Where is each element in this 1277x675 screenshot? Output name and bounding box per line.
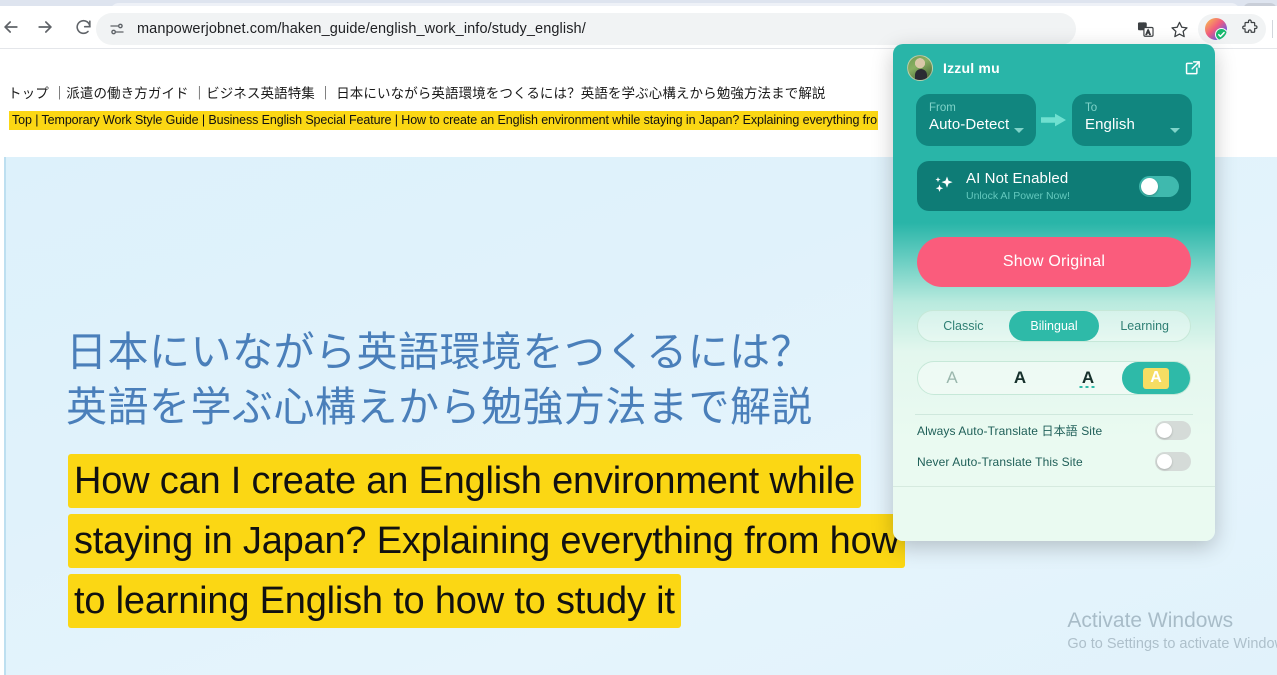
user-name-label: Izzul mu xyxy=(943,60,1000,76)
reload-icon[interactable] xyxy=(68,12,98,42)
mode-tab-classic[interactable]: Classic xyxy=(918,311,1009,341)
always-auto-translate-toggle[interactable] xyxy=(1155,421,1191,440)
always-auto-translate-row[interactable]: Always Auto-Translate 日本語 Site xyxy=(917,415,1191,446)
always-auto-translate-label: Always Auto-Translate 日本語 Site xyxy=(917,424,1103,438)
browser-toolbar: manpowerjobnet.com/haken_guide/english_w… xyxy=(0,6,1277,48)
never-auto-translate-label: Never Auto-Translate This Site xyxy=(917,454,1083,469)
toolbar-divider xyxy=(1272,20,1273,38)
mode-tab-learning[interactable]: Learning xyxy=(1099,311,1190,341)
site-settings-icon[interactable] xyxy=(108,20,126,38)
popup-header: Izzul mu xyxy=(893,44,1215,92)
target-language-dropdown[interactable]: To English xyxy=(1072,94,1192,146)
source-language-label: From xyxy=(929,102,956,114)
target-language-label: To xyxy=(1085,102,1098,114)
never-auto-translate-row[interactable]: Never Auto-Translate This Site xyxy=(917,446,1191,477)
source-language-value: Auto-Detect xyxy=(929,116,1010,134)
sparkle-icon xyxy=(930,172,958,200)
ai-banner-texts: AI Not Enabled Unlock AI Power Now! xyxy=(966,170,1070,201)
translate-icon[interactable]: 文 A xyxy=(1130,14,1160,44)
mode-tab-group: Classic Bilingual Learning xyxy=(917,310,1191,342)
style-faded-option[interactable]: A xyxy=(918,362,986,394)
chevron-down-icon xyxy=(1014,128,1024,133)
show-original-button[interactable]: Show Original xyxy=(917,237,1191,287)
url-text[interactable]: manpowerjobnet.com/haken_guide/english_w… xyxy=(137,21,586,37)
bookmark-star-icon[interactable] xyxy=(1164,14,1194,44)
chevron-down-icon xyxy=(1170,128,1180,133)
toggle-knob xyxy=(1141,178,1158,195)
translator-extension-icon[interactable] xyxy=(1205,18,1227,40)
forward-arrow-icon[interactable] xyxy=(30,12,60,42)
watermark-subtitle: Go to Settings to activate Window xyxy=(1067,635,1277,652)
ai-toggle[interactable] xyxy=(1139,176,1179,197)
popup-bottom-separator xyxy=(893,486,1215,487)
browser-window: manpowerjobnet.com/haken_guide/english_w… xyxy=(0,0,1277,675)
ai-status-banner[interactable]: AI Not Enabled Unlock AI Power Now! xyxy=(917,161,1191,211)
mode-tab-bilingual[interactable]: Bilingual xyxy=(1008,311,1100,341)
extensions-puzzle-icon[interactable] xyxy=(1241,18,1259,41)
toggle-knob xyxy=(1157,423,1172,438)
ai-status-subtitle: Unlock AI Power Now! xyxy=(966,189,1070,202)
language-selectors: From Auto-Detect To English xyxy=(893,94,1215,146)
address-bar[interactable]: manpowerjobnet.com/haken_guide/english_w… xyxy=(96,13,1076,45)
style-highlight-chip: A xyxy=(1143,367,1169,389)
style-highlight-option[interactable]: A xyxy=(1122,362,1190,394)
target-language-value: English xyxy=(1085,116,1135,134)
toolbar-actions: 文 A xyxy=(1128,13,1277,45)
ai-status-title: AI Not Enabled xyxy=(966,170,1069,188)
windows-activation-watermark: Activate Windows Go to Settings to activ… xyxy=(1067,608,1277,655)
user-avatar[interactable] xyxy=(907,55,933,81)
style-bold-option[interactable]: A xyxy=(986,362,1054,394)
share-icon[interactable] xyxy=(1181,57,1203,79)
translator-popup: Izzul mu From Auto-Detect To English AI … xyxy=(893,44,1215,541)
style-dotted-underline-option[interactable]: A xyxy=(1054,362,1122,394)
extensions-area xyxy=(1198,14,1266,44)
never-auto-translate-toggle[interactable] xyxy=(1155,452,1191,471)
toggle-knob xyxy=(1157,454,1172,469)
page-title-original: 日本にいながら英語環境をつくるには？ 英語を学ぶ心構えから勉強方法まで解説 xyxy=(66,329,813,430)
watermark-title: Activate Windows xyxy=(1067,608,1234,632)
breadcrumb-translated: Top | Temporary Work Style Guide | Busin… xyxy=(9,111,878,130)
page-title-translated: How can I create an English environment … xyxy=(68,451,928,631)
arrow-right-icon xyxy=(1036,112,1072,128)
back-arrow-icon[interactable] xyxy=(0,12,26,42)
source-language-dropdown[interactable]: From Auto-Detect xyxy=(916,94,1036,146)
text-style-group: A A A A xyxy=(917,361,1191,395)
breadcrumb-original: トップ ｜派遣の働き方ガイド ｜ビジネス英語特集 ｜ 日本にいながら英語環境をつ… xyxy=(8,86,826,101)
translated-highlight: How can I create an English environment … xyxy=(68,454,905,629)
